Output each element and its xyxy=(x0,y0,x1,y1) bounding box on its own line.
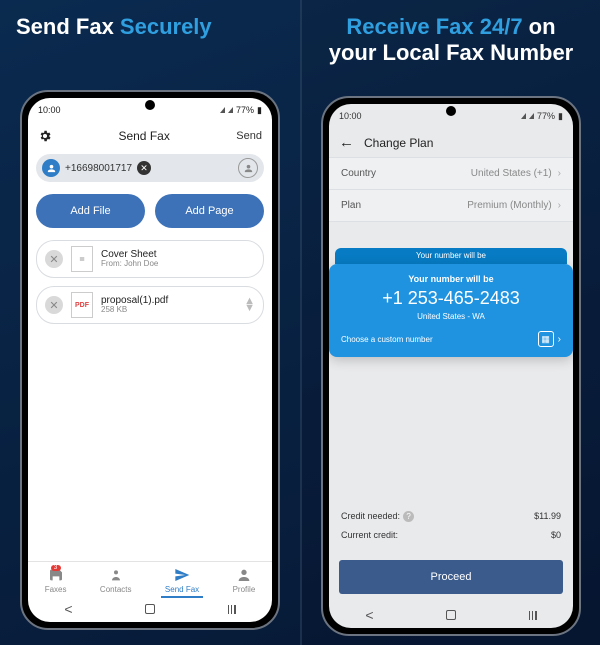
reorder-icon[interactable]: ▲▼ xyxy=(244,298,255,311)
battery-icon: ▮ xyxy=(257,105,262,116)
custom-label: Choose a custom number xyxy=(341,335,433,344)
battery-text: 77% xyxy=(537,111,555,121)
file-row-cover[interactable]: ✕ ≣ Cover Sheet From: John Doe xyxy=(36,240,264,278)
signal-icon xyxy=(228,107,233,113)
pdf-icon: PDF xyxy=(71,292,93,318)
hero-text: Send Fax xyxy=(16,14,120,39)
android-navbar: < xyxy=(329,602,573,628)
close-icon[interactable]: ✕ xyxy=(137,161,151,175)
nav-back-icon[interactable]: < xyxy=(64,601,72,617)
page-title: Send Fax xyxy=(118,129,169,143)
phone-left: 10:00 77% ▮ Send Fax Send xyxy=(20,90,280,630)
page-title: Change Plan xyxy=(364,136,433,150)
phone-right: 10:00 77% ▮ ← Change Plan Country United… xyxy=(321,96,581,636)
tab-faxes[interactable]: 3 Faxes xyxy=(45,567,67,594)
tab-label: Contacts xyxy=(100,585,132,594)
add-page-button[interactable]: Add Page xyxy=(155,194,264,228)
recipient-number: +16698001717 xyxy=(65,163,132,174)
file-row-pdf[interactable]: ✕ PDF proposal(1).pdf 258 KB ▲▼ xyxy=(36,286,264,324)
credit-needed-label: Credit needed: xyxy=(341,511,400,521)
tab-label: Faxes xyxy=(45,585,67,594)
country-label: Country xyxy=(341,168,376,179)
add-file-button[interactable]: Add File xyxy=(36,194,145,228)
delete-icon[interactable]: ✕ xyxy=(45,296,63,314)
row-country[interactable]: Country United States (+1) › xyxy=(329,157,573,189)
status-time: 10:00 xyxy=(38,105,61,115)
row-plan[interactable]: Plan Premium (Monthly) › xyxy=(329,189,573,222)
hero-right: Receive Fax 24/7 on your Local Fax Numbe… xyxy=(302,0,600,67)
preview-location: United States - WA xyxy=(417,312,485,321)
current-credit-label: Current credit: xyxy=(341,530,398,540)
bottom-tabs: 3 Faxes Contacts Send Fax Profile xyxy=(28,561,272,596)
nav-back-icon[interactable]: < xyxy=(365,607,373,623)
number-preview-peek: Your number will be xyxy=(335,248,567,264)
change-plan-header: ← Change Plan xyxy=(329,128,573,157)
signal-icon xyxy=(220,107,225,113)
back-arrow-icon[interactable]: ← xyxy=(339,134,354,151)
help-icon[interactable]: ? xyxy=(403,511,414,522)
chevron-right-icon: › xyxy=(558,168,561,179)
tab-send-fax[interactable]: Send Fax xyxy=(165,567,199,594)
battery-text: 77% xyxy=(236,105,254,115)
plan-label: Plan xyxy=(341,200,361,211)
signal-icon xyxy=(521,113,526,119)
signal-icon xyxy=(529,113,534,119)
add-contact-icon[interactable] xyxy=(238,158,258,178)
hero-accent: Receive Fax 24/7 xyxy=(346,14,522,39)
tab-contacts[interactable]: Contacts xyxy=(100,567,132,594)
hero-text-2: your Local Fax Number xyxy=(329,40,574,65)
hero-text: on xyxy=(523,14,556,39)
hero-left: Send Fax Securely xyxy=(0,0,300,40)
nav-home-icon[interactable] xyxy=(446,610,456,620)
camera-hole xyxy=(145,100,155,110)
hero-accent: Securely xyxy=(120,14,212,39)
tab-profile[interactable]: Profile xyxy=(233,567,256,594)
preview-number: +1 253-465-2483 xyxy=(382,288,520,309)
card-label: Your number will be xyxy=(408,274,493,284)
camera-hole xyxy=(446,106,456,116)
battery-icon: ▮ xyxy=(558,111,563,122)
chevron-right-icon: › xyxy=(558,334,561,345)
send-action[interactable]: Send xyxy=(236,130,262,142)
nav-home-icon[interactable] xyxy=(145,604,155,614)
file-sub: From: John Doe xyxy=(101,260,255,269)
faxes-badge: 3 xyxy=(51,565,61,571)
country-value: United States (+1) xyxy=(471,168,552,179)
credit-block: Credit needed:? $11.99 Current credit: $… xyxy=(329,487,573,554)
document-icon: ≣ xyxy=(71,246,93,272)
current-credit-value: $0 xyxy=(551,530,561,540)
status-time: 10:00 xyxy=(339,111,362,121)
recipient-chip[interactable]: +16698001717 ✕ xyxy=(36,154,264,182)
nav-recent-icon[interactable] xyxy=(529,611,537,620)
tab-label: Send Fax xyxy=(165,585,199,594)
tab-label: Profile xyxy=(233,585,256,594)
send-fax-header: Send Fax Send xyxy=(28,122,272,150)
credit-needed-value: $11.99 xyxy=(534,511,561,522)
android-navbar: < xyxy=(28,596,272,622)
choose-custom-number[interactable]: Choose a custom number ▦ › xyxy=(341,331,561,347)
number-preview-card: Your number will be +1 253-465-2483 Unit… xyxy=(329,264,573,357)
plan-value: Premium (Monthly) xyxy=(467,200,551,211)
delete-icon[interactable]: ✕ xyxy=(45,250,63,268)
proceed-button[interactable]: Proceed xyxy=(339,560,563,594)
number-select-icon: ▦ xyxy=(538,331,554,347)
chevron-right-icon: › xyxy=(558,200,561,211)
file-sub: 258 KB xyxy=(101,306,236,315)
person-icon xyxy=(42,159,60,177)
nav-recent-icon[interactable] xyxy=(228,605,236,614)
gear-icon[interactable] xyxy=(38,129,52,143)
